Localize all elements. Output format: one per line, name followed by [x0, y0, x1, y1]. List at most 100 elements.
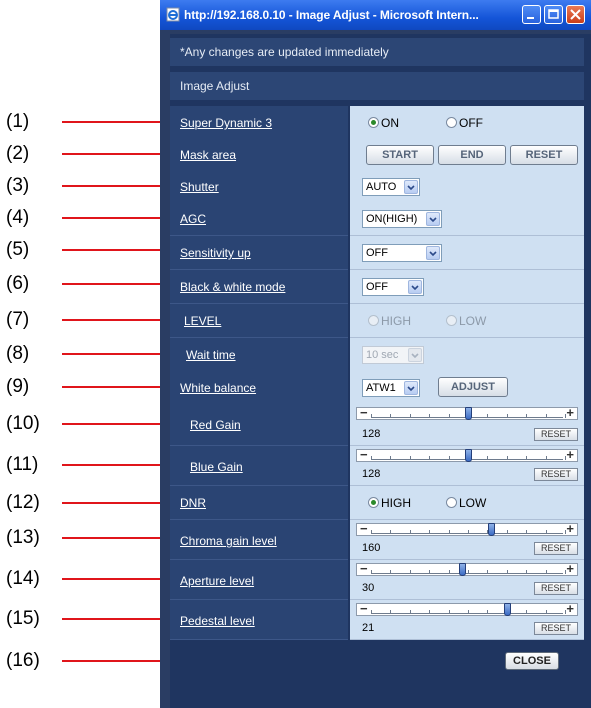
slider-thumb[interactable]: [488, 523, 495, 536]
row-aperture: Aperture level − + 30 RESET: [170, 560, 584, 600]
agc-label[interactable]: AGC: [180, 212, 206, 226]
pedestal-reset-button[interactable]: RESET: [534, 622, 578, 635]
slider-tick: [390, 570, 391, 574]
radio-selected-icon: [368, 117, 379, 128]
red-gain-value: 128: [362, 428, 381, 440]
aperture-slider[interactable]: − +: [356, 561, 578, 577]
slider-tick: [410, 530, 411, 534]
ie-page-icon: [166, 7, 180, 22]
slider-tick: [410, 456, 411, 460]
mask-reset-button[interactable]: RESET: [510, 145, 578, 165]
slider-decrease-icon[interactable]: −: [360, 561, 368, 576]
maximize-button[interactable]: [544, 5, 563, 24]
slider-increase-icon[interactable]: +: [566, 521, 574, 536]
callout-number: (12): [6, 492, 40, 513]
blue-gain-label[interactable]: Blue Gain: [190, 460, 243, 474]
wait-time-select[interactable]: 10 sec: [362, 346, 424, 364]
chroma-reset-button[interactable]: RESET: [534, 542, 578, 555]
slider-tick: [429, 456, 430, 460]
close-window-button[interactable]: [566, 5, 585, 24]
red-gain-slider[interactable]: − +: [356, 405, 578, 421]
slider-tick: [429, 530, 430, 534]
adjust-button[interactable]: ADJUST: [438, 377, 508, 397]
bw-mode-select[interactable]: OFF: [362, 278, 424, 296]
wait-time-label[interactable]: Wait time: [186, 348, 236, 362]
row-mask-area: Mask area START END RESET: [170, 138, 584, 172]
level-high-radio[interactable]: HIGH: [368, 314, 411, 328]
sensitivity-select[interactable]: OFF: [362, 244, 442, 262]
blue-gain-slider[interactable]: − +: [356, 447, 578, 463]
pedestal-slider[interactable]: − +: [356, 601, 578, 617]
aperture-reset-button[interactable]: RESET: [534, 582, 578, 595]
bw-mode-label[interactable]: Black & white mode: [180, 280, 285, 294]
slider-tick: [565, 570, 566, 574]
dnr-low-radio[interactable]: LOW: [446, 496, 486, 510]
slider-track-box: − +: [356, 447, 578, 462]
shutter-select[interactable]: AUTO: [362, 178, 420, 196]
red-gain-reset-button[interactable]: RESET: [534, 428, 578, 441]
slider-thumb[interactable]: [504, 603, 511, 616]
blue-gain-reset-button[interactable]: RESET: [534, 468, 578, 481]
slider-tick: [487, 610, 488, 614]
row-super-dynamic: Super Dynamic 3 ON OFF: [170, 106, 584, 140]
row-chroma: Chroma gain level − + 160 RESET: [170, 520, 584, 560]
slider-tick: [487, 456, 488, 460]
slider-tick: [429, 610, 430, 614]
white-balance-select[interactable]: ATW1: [362, 379, 420, 397]
close-button[interactable]: CLOSE: [505, 652, 559, 670]
super-dynamic-off-radio[interactable]: OFF: [446, 116, 483, 130]
slider-tick: [546, 610, 547, 614]
slider-decrease-icon[interactable]: −: [360, 601, 368, 616]
row-white-balance: White balance ATW1 ADJUST: [170, 371, 584, 405]
blue-gain-value: 128: [362, 468, 381, 480]
level-low-radio[interactable]: LOW: [446, 314, 486, 328]
dnr-high-radio[interactable]: HIGH: [368, 496, 411, 510]
slider-decrease-icon[interactable]: −: [360, 447, 368, 462]
pedestal-label[interactable]: Pedestal level: [180, 614, 255, 628]
aperture-label[interactable]: Aperture level: [180, 574, 254, 588]
slider-track-box: − +: [356, 601, 578, 616]
slider-tick: [371, 456, 372, 460]
slider-track-box: − +: [356, 405, 578, 420]
chroma-slider[interactable]: − +: [356, 521, 578, 537]
row-agc: AGC ON(HIGH): [170, 202, 584, 236]
slider-thumb[interactable]: [465, 449, 472, 462]
title-bar[interactable]: http://192.168.0.10 - Image Adjust - Mic…: [160, 0, 591, 30]
radio-unselected-icon: [446, 497, 457, 508]
shutter-label[interactable]: Shutter: [180, 180, 219, 194]
slider-increase-icon[interactable]: +: [566, 601, 574, 616]
super-dynamic-label[interactable]: Super Dynamic 3: [180, 116, 272, 130]
slider-track-box: − +: [356, 521, 578, 536]
callout-number: (3): [6, 175, 30, 196]
slider-thumb[interactable]: [465, 407, 472, 420]
level-label[interactable]: LEVEL: [184, 314, 221, 328]
chroma-label[interactable]: Chroma gain level: [180, 534, 277, 548]
slider-thumb[interactable]: [459, 563, 466, 576]
callout-number: (11): [6, 454, 39, 475]
super-dynamic-on-radio[interactable]: ON: [368, 116, 399, 130]
row-shutter: Shutter AUTO: [170, 170, 584, 204]
notice-row: *Any changes are updated immediately: [170, 38, 584, 66]
dnr-label[interactable]: DNR: [180, 496, 206, 510]
row-red-gain: Red Gain − + 128 RESET: [170, 404, 584, 446]
white-balance-label[interactable]: White balance: [180, 381, 256, 395]
slider-increase-icon[interactable]: +: [566, 405, 574, 420]
row-wait-time: Wait time 10 sec: [170, 338, 584, 372]
slider-decrease-icon[interactable]: −: [360, 521, 368, 536]
slider-decrease-icon[interactable]: −: [360, 405, 368, 420]
section-title-row: Image Adjust: [170, 72, 584, 100]
mask-area-label[interactable]: Mask area: [180, 148, 236, 162]
callout-number: (13): [6, 527, 40, 548]
chevron-down-icon: [404, 381, 418, 395]
red-gain-label[interactable]: Red Gain: [190, 418, 241, 432]
mask-start-button[interactable]: START: [366, 145, 434, 165]
sensitivity-label[interactable]: Sensitivity up: [180, 246, 251, 260]
callout-number: (7): [6, 309, 30, 330]
chroma-value: 160: [362, 542, 381, 554]
mask-end-button[interactable]: END: [438, 145, 506, 165]
slider-increase-icon[interactable]: +: [566, 447, 574, 462]
minimize-button[interactable]: [522, 5, 541, 24]
agc-select[interactable]: ON(HIGH): [362, 210, 442, 228]
slider-increase-icon[interactable]: +: [566, 561, 574, 576]
row-sensitivity: Sensitivity up OFF: [170, 236, 584, 270]
